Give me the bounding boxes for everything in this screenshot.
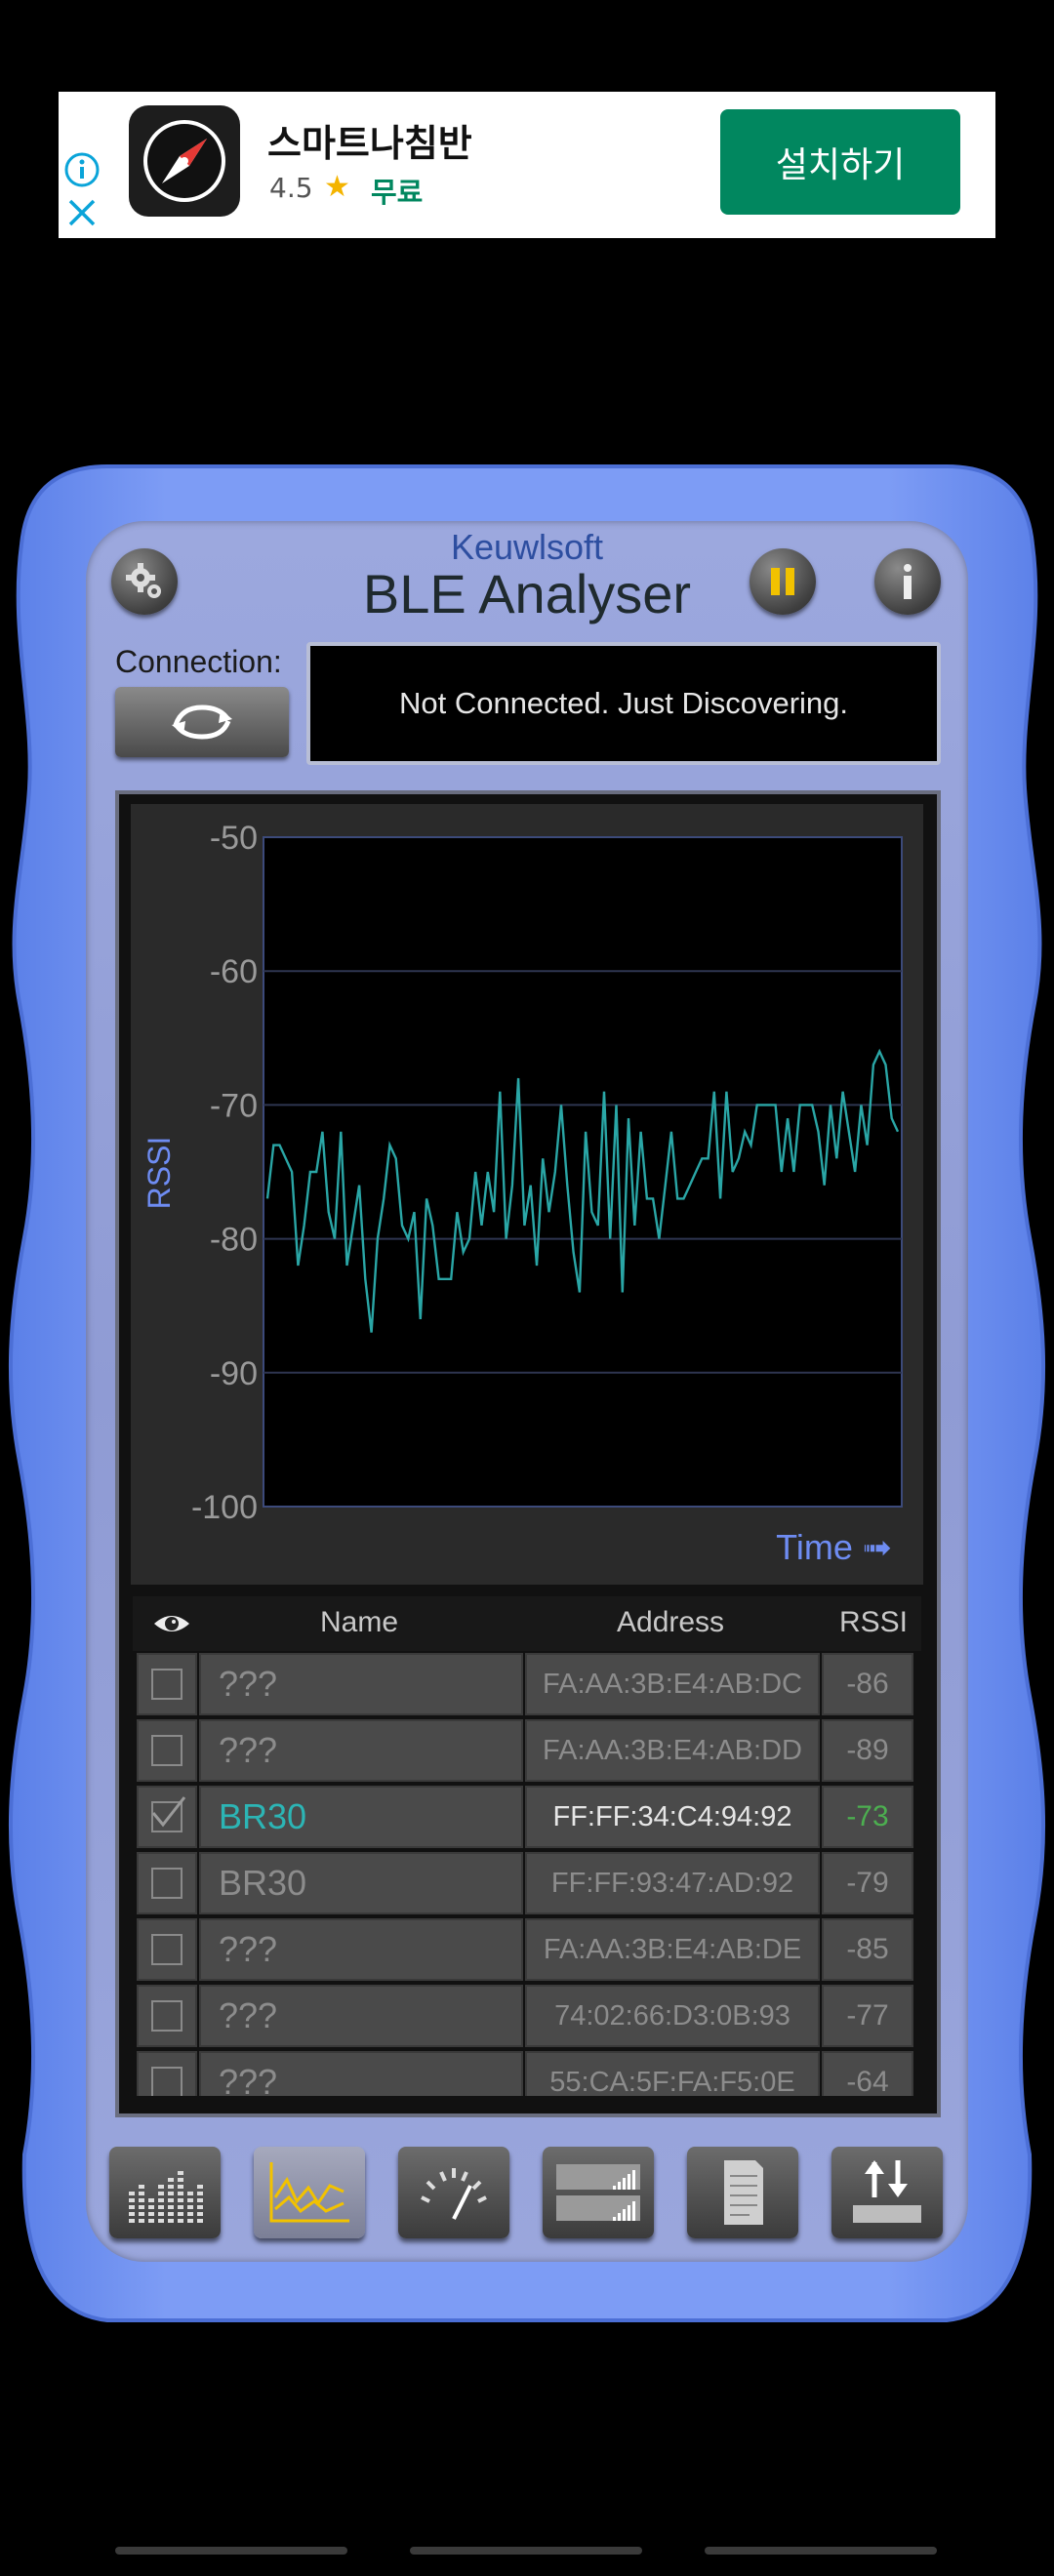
toolbar-button-bar-chart[interactable] <box>109 2147 221 2238</box>
star-icon: ★ <box>324 170 350 204</box>
device-rssi: -77 <box>822 1985 913 2047</box>
device-table-header: Name Address RSSI <box>133 1596 921 1651</box>
toolbar-button-line-chart[interactable] <box>254 2147 365 2238</box>
ad-app-title: 스마트나침반 <box>267 122 472 165</box>
y-tick-label: -80 <box>210 1222 258 1259</box>
y-tick-label: -70 <box>210 1087 258 1124</box>
row-checkbox-cell[interactable] <box>137 1918 197 1981</box>
device-table: ??? FA:AA:3B:E4:AB:DC -86??? FA:AA:3B:E4:AB… <box>133 1653 921 2096</box>
table-row[interactable]: BR30 FF:FF:93:47:AD:92 -79 <box>133 1852 921 1914</box>
ad-price: 무료 <box>371 176 424 209</box>
row-checkbox[interactable] <box>151 1735 182 1766</box>
device-name: ??? <box>199 1719 523 1782</box>
x-axis-label: Time ➟ <box>776 1527 892 1567</box>
connection-status: Not Connected. Just Discovering. <box>306 642 941 765</box>
row-checkbox[interactable] <box>151 1669 182 1700</box>
toolbar-button-upload-download[interactable] <box>831 2147 943 2238</box>
row-checkbox-cell[interactable] <box>137 1852 197 1914</box>
column-header-rssi[interactable]: RSSI <box>839 1606 908 1639</box>
upload-download-icon <box>843 2158 931 2227</box>
ad-close-icon[interactable] <box>64 195 100 230</box>
ad-rating: 4.5 <box>269 172 313 204</box>
row-checkbox[interactable] <box>151 1796 186 1832</box>
row-checkbox[interactable] <box>151 1868 182 1899</box>
connection-label: Connection: <box>115 644 282 679</box>
device-address: 55:CA:5F:FA:F5:0E <box>525 2051 820 2096</box>
row-checkbox-cell[interactable] <box>137 1985 197 2047</box>
eye-icon[interactable] <box>152 1610 191 1637</box>
nav-segment <box>115 2547 347 2555</box>
device-name: ??? <box>199 1918 523 1981</box>
device-address: FF:FF:93:47:AD:92 <box>525 1852 820 1914</box>
ad-info-icon[interactable] <box>62 150 101 189</box>
row-checkbox[interactable] <box>151 2067 182 2096</box>
pause-icon <box>771 568 794 595</box>
device-rssi: -86 <box>822 1653 913 1715</box>
device-name: BR30 <box>199 1852 523 1914</box>
table-row[interactable]: ??? FA:AA:3B:E4:AB:DE -85 <box>133 1918 921 1981</box>
toolbar-button-gauge[interactable] <box>398 2147 509 2238</box>
device-rssi: -73 <box>822 1786 913 1848</box>
device-name: BR30 <box>199 1786 523 1848</box>
pause-button[interactable] <box>750 548 816 615</box>
device-address: 74:02:66:D3:0B:93 <box>525 1985 820 2047</box>
document-icon <box>699 2158 787 2227</box>
y-tick-label: -50 <box>210 820 258 857</box>
row-checkbox-cell[interactable] <box>137 1786 197 1848</box>
compass-app-icon[interactable] <box>129 105 240 217</box>
table-row[interactable]: ??? FA:AA:3B:E4:AB:DD -89 <box>133 1719 921 1782</box>
device-rssi: -89 <box>822 1719 913 1782</box>
y-tick-label: -100 <box>191 1489 258 1526</box>
info-button[interactable] <box>874 548 941 615</box>
nav-segment <box>705 2547 937 2555</box>
plot-area <box>263 836 903 1508</box>
refresh-arrows-icon <box>172 704 232 740</box>
table-row[interactable]: ??? FA:AA:3B:E4:AB:DC -86 <box>133 1653 921 1715</box>
ad-install-button[interactable]: 설치하기 <box>720 109 960 215</box>
toolbar-button-signal-bars[interactable] <box>543 2147 654 2238</box>
device-name: ??? <box>199 1653 523 1715</box>
table-row[interactable]: ??? 55:CA:5F:FA:F5:0E -64 <box>133 2051 921 2096</box>
nav-segment <box>410 2547 642 2555</box>
device-address: FA:AA:3B:E4:AB:DD <box>525 1719 820 1782</box>
toolbar-button-document[interactable] <box>687 2147 798 2238</box>
rssi-chart: -50 -60 -70 -80 -90 -100 RSSI Time ➟ <box>142 820 903 1567</box>
gauge-icon <box>410 2158 498 2227</box>
table-row[interactable]: ??? 74:02:66:D3:0B:93 -77 <box>133 1985 921 2047</box>
row-checkbox[interactable] <box>151 1934 182 1965</box>
column-header-name[interactable]: Name <box>320 1606 398 1639</box>
row-checkbox[interactable] <box>151 2000 182 2032</box>
info-icon <box>904 564 912 599</box>
line-chart-icon <box>265 2158 353 2227</box>
device-address: FA:AA:3B:E4:AB:DE <box>525 1918 820 1981</box>
row-checkbox-cell[interactable] <box>137 1653 197 1715</box>
device-name: ??? <box>199 2051 523 2096</box>
connection-toggle-button[interactable] <box>115 687 289 757</box>
device-rssi: -64 <box>822 2051 913 2096</box>
column-header-address[interactable]: Address <box>617 1606 724 1639</box>
device-rssi: -85 <box>822 1918 913 1981</box>
y-tick-label: -60 <box>210 953 258 990</box>
y-axis-label: RSSI <box>142 1137 177 1210</box>
device-name: ??? <box>199 1985 523 2047</box>
table-row[interactable]: BR30 FF:FF:34:C4:94:92 -73 <box>133 1786 921 1848</box>
row-checkbox-cell[interactable] <box>137 1719 197 1782</box>
y-tick-label: -90 <box>210 1355 258 1392</box>
bar-chart-icon <box>121 2158 209 2227</box>
signal-bars-icon <box>554 2158 642 2227</box>
ad-banner[interactable]: 스마트나침반 4.5 ★ 무료 설치하기 <box>59 92 995 238</box>
row-checkbox-cell[interactable] <box>137 2051 197 2096</box>
device-address: FA:AA:3B:E4:AB:DC <box>525 1653 820 1715</box>
device-rssi: -79 <box>822 1852 913 1914</box>
device-address: FF:FF:34:C4:94:92 <box>525 1786 820 1848</box>
